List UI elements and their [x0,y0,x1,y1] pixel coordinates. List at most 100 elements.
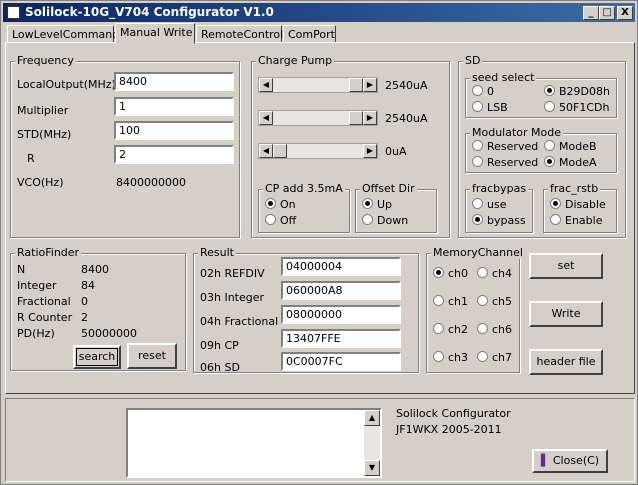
maximize-button[interactable]: □ [599,6,615,20]
close-window-button[interactable]: X [617,6,633,20]
frac-rstb-enable-radio[interactable]: Enable [550,214,602,227]
cp-value-2: 2540uA [385,112,428,125]
slider-left-arrow-icon[interactable]: ◀ [259,144,273,158]
frequency-group: Frequency LocalOutput(MHz) 8400 Multipli… [10,54,240,238]
fracbypas-bypass-radio[interactable]: bypass [472,214,526,227]
minimize-button[interactable]: _ [583,6,599,20]
result-cp-field[interactable]: 13407FFE [281,329,401,348]
ratio-fractional-value: 0 [81,295,88,308]
vco-label: VCO(Hz) [17,176,64,189]
memory-ch1-radio[interactable]: ch1 [433,295,468,308]
set-button[interactable]: set [529,253,603,279]
memory-ch0-radio[interactable]: ch0 [433,267,468,280]
seed-0-radio[interactable]: 0 [472,85,494,98]
radio-dot-icon [472,85,483,96]
mod-reserved-2-radio[interactable]: Reserved [472,156,538,169]
scroll-down-arrow-icon[interactable]: ▼ [364,460,380,476]
slider-thumb[interactable] [349,78,363,92]
radio-dot-icon [472,198,483,209]
fracbypas-use-radio[interactable]: use [472,198,506,211]
result-integer-label: 03h Integer [200,291,265,304]
slider-thumb[interactable] [349,111,363,125]
footer-app-name: Solilock Configurator [396,407,511,420]
cp-add-off-radio[interactable]: Off [265,214,296,227]
radio-dot-icon [265,198,276,209]
r-field[interactable]: 2 [114,145,234,164]
result-refdiv-field[interactable]: 04000004 [281,257,401,276]
radio-dot-icon [362,214,373,225]
memo-scrollbar[interactable]: ▲ ▼ [364,410,380,476]
result-sd-label: 06h SD [200,361,240,374]
app-icon [7,6,20,19]
slider-right-arrow-icon[interactable]: ▶ [363,78,377,92]
slider-thumb[interactable] [273,144,287,158]
mod-reserved-1-radio[interactable]: Reserved [472,140,538,153]
cp-value-3: 0uA [385,145,407,158]
slider-left-arrow-icon[interactable]: ◀ [259,78,273,92]
result-title: Result [198,246,236,259]
mod-modeb-radio[interactable]: ModeB [544,140,597,153]
result-integer-field[interactable]: 060000A8 [281,281,401,300]
result-sd-field[interactable]: 0C0007FC [281,352,401,371]
std-label: STD(MHz) [17,128,72,141]
memory-channel-title: MemoryChannel [431,246,525,259]
tab-remote-control[interactable]: RemoteControl [196,25,283,43]
charge-pump-group: Charge Pump ◀ ▶ 2540uA ◀ ▶ 2540uA ◀ ▶ 0u… [251,54,450,238]
radio-dot-icon [433,295,444,306]
write-button[interactable]: Write [529,301,603,327]
mod-modea-radio[interactable]: ModeA [544,156,597,169]
r-label: R [27,152,35,165]
tab-comport[interactable]: ComPort [283,25,336,43]
door-icon: ▌ [540,454,550,467]
cp-slider-2[interactable]: ◀ ▶ [258,110,378,126]
ratio-rcounter-value: 2 [81,311,88,324]
radio-dot-icon [544,140,555,151]
ratio-finder-title: RatioFinder [15,246,82,259]
radio-dot-icon [544,156,555,167]
radio-dot-icon [477,323,488,334]
modulator-mode-title: Modulator Mode [470,126,564,139]
seed-b29d08h-radio[interactable]: B29D08h [544,85,610,98]
cp-slider-1[interactable]: ◀ ▶ [258,77,378,93]
radio-dot-icon [477,267,488,278]
memory-ch6-radio[interactable]: ch6 [477,323,512,336]
ratio-n-label: N [17,263,26,276]
memory-ch3-radio[interactable]: ch3 [433,351,468,364]
frac-rstb-disable-radio[interactable]: Disable [550,198,606,211]
radio-dot-icon [477,351,488,362]
memory-ch5-radio[interactable]: ch5 [477,295,512,308]
modulator-mode-group: Modulator Mode Reserved ModeB Reserved M… [465,126,617,173]
radio-dot-icon [265,214,276,225]
header-file-button[interactable]: header file [529,349,603,375]
cp-add-on-radio[interactable]: On [265,198,296,211]
offset-up-radio[interactable]: Up [362,198,392,211]
footer-author: JF1WKX 2005-2011 [396,423,502,436]
tab-lowlevelcommand[interactable]: LowLevelCommand [7,25,119,43]
radio-dot-icon [472,214,483,225]
radio-dot-icon [550,214,561,225]
seed-lsb-radio[interactable]: LSB [472,101,508,114]
seed-50f1cdh-radio[interactable]: 50F1CDh [544,101,609,114]
reset-button[interactable]: reset [127,343,177,369]
frac-rstb-group: frac_rstb Disable Enable [543,182,617,233]
scroll-up-arrow-icon[interactable]: ▲ [364,410,380,426]
std-field[interactable]: 100 [114,121,234,140]
log-memo[interactable]: ▲ ▼ [126,408,382,478]
cp-slider-3[interactable]: ◀ ▶ [258,143,378,159]
local-output-field[interactable]: 8400 [114,72,234,91]
close-button[interactable]: ▌ Close(C) [532,449,608,473]
slider-right-arrow-icon[interactable]: ▶ [363,144,377,158]
slider-left-arrow-icon[interactable]: ◀ [259,111,273,125]
offset-down-radio[interactable]: Down [362,214,408,227]
title-bar: Solilock-10G_V704 Configurator V1.0 _ □ … [3,3,635,22]
result-fractional-field[interactable]: 08000000 [281,305,401,324]
search-button[interactable]: search [73,345,121,369]
tab-manual-write[interactable]: Manual Write [115,23,195,44]
multiplier-field[interactable]: 1 [114,97,234,116]
cp-add-title: CP add 3.5mA [263,182,345,195]
memory-ch2-radio[interactable]: ch2 [433,323,468,336]
memory-ch7-radio[interactable]: ch7 [477,351,512,364]
charge-pump-title: Charge Pump [256,54,335,67]
memory-ch4-radio[interactable]: ch4 [477,267,512,280]
slider-right-arrow-icon[interactable]: ▶ [363,111,377,125]
